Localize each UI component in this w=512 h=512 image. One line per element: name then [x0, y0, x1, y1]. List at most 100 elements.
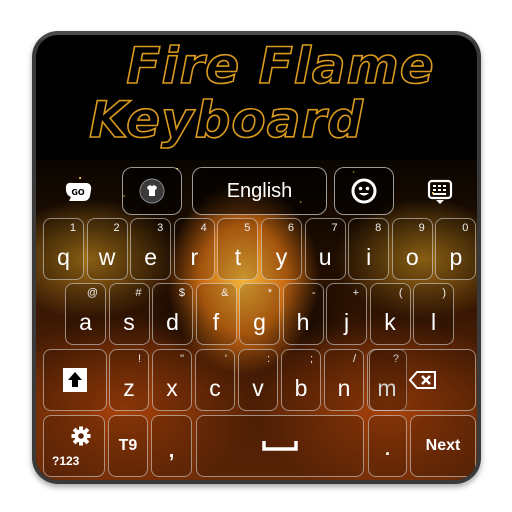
language-button[interactable]: English [192, 167, 327, 215]
go-logo-icon: GO [65, 182, 92, 201]
key-k[interactable]: (k [369, 283, 411, 345]
key-q[interactable]: 1q [43, 218, 84, 280]
key-t[interactable]: 5t [217, 218, 259, 280]
key-l[interactable]: ) l [413, 283, 454, 345]
key-letter: c [209, 375, 221, 401]
key-letter: u [318, 244, 332, 270]
key-w[interactable]: 2w [86, 218, 128, 280]
comma-label: , [168, 439, 175, 462]
key-z[interactable]: ! z [109, 349, 149, 411]
key-r[interactable]: 4r [173, 218, 215, 280]
key-p[interactable]: 0p [435, 218, 477, 280]
key-y[interactable]: 6y [261, 218, 302, 280]
next-key[interactable]: Next [410, 415, 476, 477]
key-b[interactable]: ; b [281, 349, 321, 411]
key-letter: r [190, 244, 199, 270]
period-key[interactable]: . [368, 415, 407, 477]
key-a[interactable]: @ a [65, 283, 106, 345]
key-letter: k [384, 309, 396, 335]
key-secondary-symbol: : [266, 353, 270, 365]
emoji-button[interactable] [334, 167, 394, 215]
key-x[interactable]: " x [152, 349, 192, 411]
key-letter: w [98, 244, 116, 270]
language-label: English [226, 179, 293, 202]
key-letter: h [296, 309, 310, 335]
key-letter: o [405, 244, 419, 270]
gear-icon [71, 426, 91, 446]
key-letter: q [57, 244, 70, 270]
key-letter: n [337, 375, 351, 401]
key-letter: x [166, 375, 178, 401]
go-label: GO [71, 188, 85, 197]
space-key[interactable] [196, 415, 364, 477]
key-secondary-symbol: ( [398, 287, 403, 299]
key-secondary-symbol: 9 [418, 222, 425, 234]
key-e[interactable]: 3e [130, 218, 172, 280]
backspace-icon [408, 371, 436, 389]
key-j[interactable]: + j [326, 283, 367, 345]
key-letter: d [166, 309, 179, 335]
key-letter: y [275, 244, 288, 270]
comma-key[interactable]: , [151, 415, 192, 477]
title-line-2: Keyboard [88, 90, 364, 150]
key-u[interactable]: 7u [304, 218, 346, 280]
key-d[interactable]: $ d [152, 283, 193, 345]
key-secondary-symbol: + [352, 287, 359, 299]
theme-button[interactable] [122, 167, 182, 215]
symbols-label: ?123 [52, 454, 80, 468]
key-secondary-symbol: 2 [113, 222, 120, 234]
go-button[interactable]: GO [60, 175, 96, 209]
next-label: Next [425, 437, 461, 454]
key-h[interactable]: -h [282, 283, 324, 345]
key-secondary-symbol: 0 [462, 222, 469, 234]
shift-arrow-icon [63, 368, 87, 392]
keyboard-hide-icon [427, 179, 453, 204]
key-letter: g [253, 309, 266, 335]
keyboard-menu-button[interactable] [422, 175, 458, 209]
key-letter: s [123, 309, 135, 335]
key-c[interactable]: ' c [195, 349, 235, 411]
key-secondary-symbol: 4 [200, 222, 207, 234]
t9-label: T9 [118, 437, 138, 454]
key-letter: p [449, 244, 463, 270]
key-letter: v [252, 375, 264, 401]
key-v[interactable]: :v [238, 349, 278, 411]
smiley-icon [351, 178, 377, 204]
key-letter: b [294, 375, 308, 401]
key-secondary-symbol: 1 [69, 222, 76, 234]
keyboard-theme-card: Fire Flame Keyboard GO English 1 q 2 w 3… [32, 31, 481, 484]
space-bar-icon [262, 441, 298, 451]
key-secondary-symbol: " [180, 353, 184, 365]
key-letter: i [366, 244, 372, 270]
key-i[interactable]: 8i [348, 218, 390, 280]
period-label: . [384, 438, 390, 459]
key-letter: l [430, 309, 437, 335]
key-letter: e [144, 244, 158, 270]
key-secondary-symbol: ) [442, 287, 446, 299]
symbols-settings-key[interactable]: ?123 [43, 415, 105, 477]
key-secondary-symbol: 3 [157, 222, 164, 234]
key-secondary-symbol: @ [86, 287, 98, 299]
key-g[interactable]: * g [239, 283, 280, 345]
backspace-key[interactable] [369, 349, 476, 411]
key-o[interactable]: 9o [391, 218, 433, 280]
shift-key[interactable] [43, 349, 107, 411]
key-secondary-symbol: 7 [331, 222, 338, 234]
key-letter: j [343, 309, 350, 335]
key-letter: z [123, 375, 135, 401]
key-letter: t [234, 244, 242, 270]
key-secondary-symbol: # [135, 287, 142, 299]
key-secondary-symbol: - [311, 287, 316, 299]
key-secondary-symbol: & [221, 287, 229, 299]
key-f[interactable]: & f [195, 283, 237, 345]
t9-key[interactable]: T9 [108, 415, 148, 477]
key-secondary-symbol: / [352, 353, 356, 365]
key-letter: f [212, 309, 220, 335]
key-secondary-symbol: ; [309, 353, 313, 365]
key-secondary-symbol: * [267, 287, 272, 299]
key-n[interactable]: / n [324, 349, 364, 411]
key-secondary-symbol: 5 [244, 222, 251, 234]
key-secondary-symbol: ' [224, 353, 227, 365]
key-s[interactable]: # s [108, 283, 150, 345]
key-letter: a [79, 309, 92, 335]
